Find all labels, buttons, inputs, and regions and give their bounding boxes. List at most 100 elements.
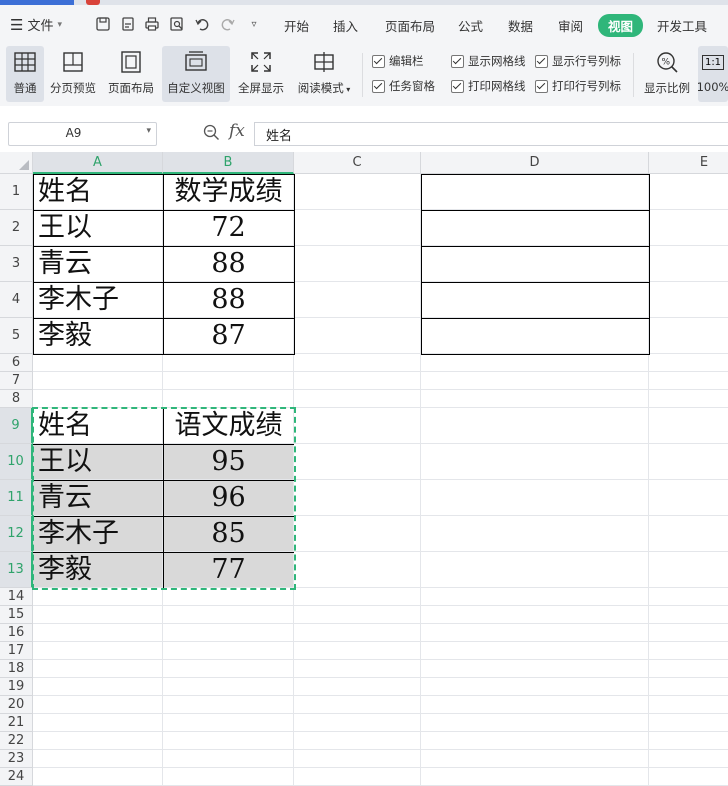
cell-e12[interactable]	[649, 516, 728, 552]
cell-c6[interactable]	[294, 354, 421, 372]
cell-b23[interactable]	[163, 750, 294, 768]
cell-e13[interactable]	[649, 552, 728, 588]
cell-b24[interactable]	[163, 768, 294, 786]
cell-b22[interactable]	[163, 732, 294, 750]
save-icon[interactable]	[94, 15, 112, 33]
cell-e19[interactable]	[649, 678, 728, 696]
zoom-ratio-button[interactable]: % 显示比例	[641, 46, 693, 102]
tab-review[interactable]: 审阅	[558, 16, 583, 35]
row-header-24[interactable]: 24	[0, 768, 33, 786]
cell-e14[interactable]	[649, 588, 728, 606]
cell-e23[interactable]	[649, 750, 728, 768]
show-row-col-headers-checkbox[interactable]: 显示行号列标	[535, 53, 621, 69]
tab-formulas[interactable]: 公式	[458, 16, 483, 35]
cell-b21[interactable]	[163, 714, 294, 732]
cell-e11[interactable]	[649, 480, 728, 516]
cell-d20[interactable]	[421, 696, 649, 714]
tab-home[interactable]: 开始	[284, 16, 309, 35]
cell-c16[interactable]	[294, 624, 421, 642]
print-row-col-headers-checkbox[interactable]: 打印行号列标	[535, 78, 621, 94]
cell-a24[interactable]	[33, 768, 163, 786]
cell-e3[interactable]	[649, 246, 728, 282]
cell-c11[interactable]	[294, 480, 421, 516]
cell-c20[interactable]	[294, 696, 421, 714]
cell-e18[interactable]	[649, 660, 728, 678]
print-gridlines-checkbox[interactable]: 打印网格线	[451, 78, 526, 94]
row-header-3[interactable]: 3	[0, 246, 33, 282]
cell-b16[interactable]	[163, 624, 294, 642]
cell-b15[interactable]	[163, 606, 294, 624]
cell-d13[interactable]	[421, 552, 649, 588]
cell-e20[interactable]	[649, 696, 728, 714]
cell-d10[interactable]	[421, 444, 649, 480]
tab-insert[interactable]: 插入	[333, 16, 358, 35]
cell-c2[interactable]	[294, 210, 421, 246]
cell-c12[interactable]	[294, 516, 421, 552]
cell-b17[interactable]	[163, 642, 294, 660]
cell-c7[interactable]	[294, 372, 421, 390]
row-header-2[interactable]: 2	[0, 210, 33, 246]
cell-e4[interactable]	[649, 282, 728, 318]
cell-c10[interactable]	[294, 444, 421, 480]
row-header-13[interactable]: 13	[0, 552, 33, 588]
undo-icon[interactable]	[193, 15, 211, 33]
cell-d1[interactable]	[421, 174, 649, 210]
row-header-10[interactable]: 10	[0, 444, 33, 480]
cell-b18[interactable]	[163, 660, 294, 678]
row-header-8[interactable]: 8	[0, 390, 33, 408]
cell-d23[interactable]	[421, 750, 649, 768]
cell-e24[interactable]	[649, 768, 728, 786]
row-header-4[interactable]: 4	[0, 282, 33, 318]
cell-e10[interactable]	[649, 444, 728, 480]
cell-d22[interactable]	[421, 732, 649, 750]
cell-d12[interactable]	[421, 516, 649, 552]
cell-e22[interactable]	[649, 732, 728, 750]
show-gridlines-checkbox[interactable]: 显示网格线	[451, 53, 526, 69]
cell-d24[interactable]	[421, 768, 649, 786]
row-header-14[interactable]: 14	[0, 588, 33, 606]
row-header-16[interactable]: 16	[0, 624, 33, 642]
row-header-21[interactable]: 21	[0, 714, 33, 732]
row-header-1[interactable]: 1	[0, 174, 33, 210]
cell-c17[interactable]	[294, 642, 421, 660]
cell-e8[interactable]	[649, 390, 728, 408]
row-header-15[interactable]: 15	[0, 606, 33, 624]
row-header-20[interactable]: 20	[0, 696, 33, 714]
row-header-11[interactable]: 11	[0, 480, 33, 516]
page-break-preview-button[interactable]: 分页预览	[46, 46, 100, 102]
row-header-23[interactable]: 23	[0, 750, 33, 768]
cell-d16[interactable]	[421, 624, 649, 642]
cell-c18[interactable]	[294, 660, 421, 678]
cell-a19[interactable]	[33, 678, 163, 696]
row-header-7[interactable]: 7	[0, 372, 33, 390]
cell-a22[interactable]	[33, 732, 163, 750]
cell-e16[interactable]	[649, 624, 728, 642]
normal-view-button[interactable]: 普通	[6, 46, 44, 102]
redo-icon[interactable]	[219, 15, 237, 33]
formula-input[interactable]: 姓名	[254, 122, 728, 146]
cell-a6[interactable]	[33, 354, 163, 372]
quick-access-dropdown-icon[interactable]: ▿	[245, 15, 263, 33]
cell-e1[interactable]	[649, 174, 728, 210]
select-all-corner[interactable]	[0, 152, 33, 174]
print-preview-icon[interactable]	[168, 15, 186, 33]
row-header-5[interactable]: 5	[0, 318, 33, 354]
cell-c3[interactable]	[294, 246, 421, 282]
cell-c23[interactable]	[294, 750, 421, 768]
cell-c24[interactable]	[294, 768, 421, 786]
edit-bar-checkbox[interactable]: 编辑栏	[372, 53, 424, 69]
cell-a20[interactable]	[33, 696, 163, 714]
cell-d17[interactable]	[421, 642, 649, 660]
cell-c14[interactable]	[294, 588, 421, 606]
cell-e6[interactable]	[649, 354, 728, 372]
reading-mode-button[interactable]: 阅读模式 ▾	[292, 46, 356, 102]
cell-b20[interactable]	[163, 696, 294, 714]
cell-a16[interactable]	[33, 624, 163, 642]
export-pdf-icon[interactable]	[119, 15, 137, 33]
cell-d8[interactable]	[421, 390, 649, 408]
cell-d15[interactable]	[421, 606, 649, 624]
cell-c21[interactable]	[294, 714, 421, 732]
cell-d19[interactable]	[421, 678, 649, 696]
column-header-e[interactable]: E	[649, 152, 728, 174]
cell-e15[interactable]	[649, 606, 728, 624]
